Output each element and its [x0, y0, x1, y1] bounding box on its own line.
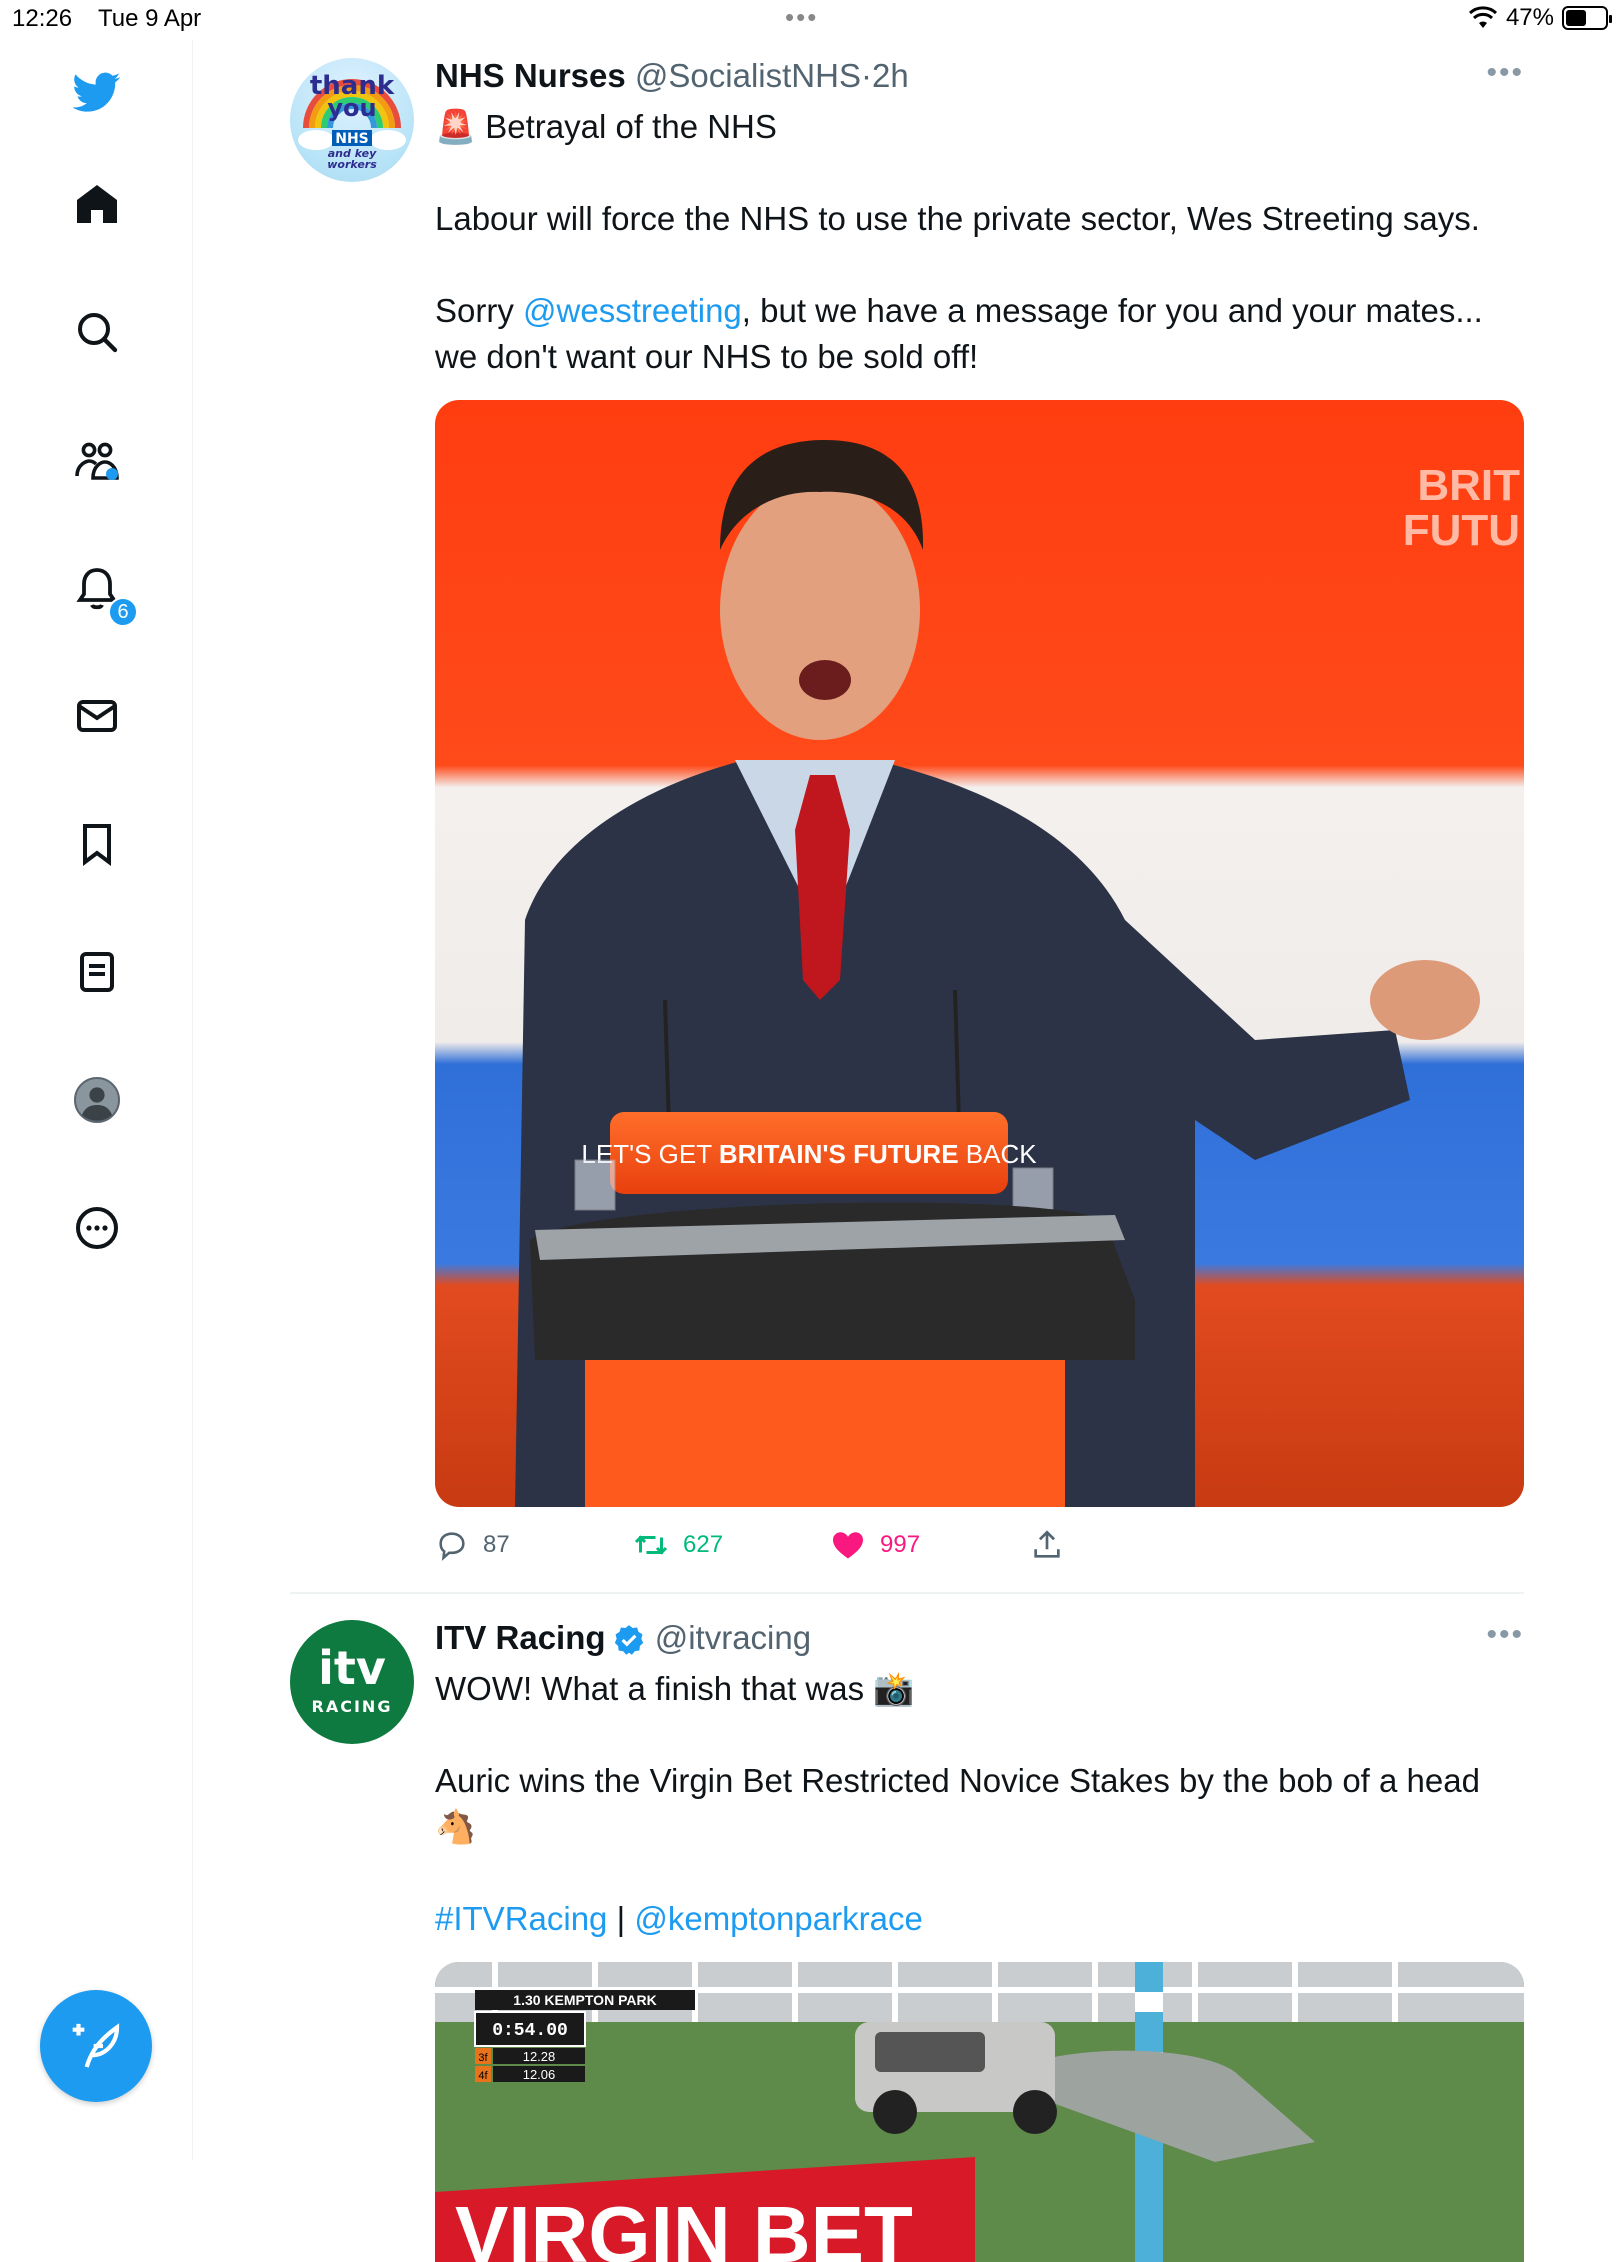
search-icon[interactable]	[65, 300, 129, 364]
tweet-header: NHS Nurses @SocialistNHS·2h	[435, 56, 1524, 96]
speaker-photo: BRIT FUTU LET'S GET BRITAIN'S FUTURE BAC	[435, 400, 1524, 1507]
like-button[interactable]: 997	[830, 1515, 920, 1575]
tweet-para-3: we don't want our NHS to be sold off!	[435, 338, 979, 375]
retweet-button[interactable]: 627	[633, 1515, 723, 1575]
display-name[interactable]: NHS Nurses	[435, 57, 626, 94]
tweet-links: #ITVRacing | @kemptonparkrace	[435, 1896, 1524, 1942]
avatar-text-nhs: NHS	[335, 131, 369, 147]
tweet-more-icon[interactable]: •••	[1486, 56, 1524, 90]
status-time: 12:26	[12, 5, 73, 32]
avatar-text-racing: RACING	[312, 1697, 393, 1716]
tweet-para-2: Sorry @wesstreeting, but we have a messa…	[435, 288, 1524, 334]
wifi-icon	[1468, 6, 1497, 28]
para-2-prefix: Sorry	[435, 292, 524, 329]
tweet-para-1: Labour will force the NHS to use the pri…	[435, 200, 1480, 237]
tweet-line-1-text: WOW! What a finish that was	[435, 1670, 865, 1707]
bookmarks-icon[interactable]	[65, 812, 129, 876]
lists-icon[interactable]	[65, 940, 129, 1004]
avatar-nhs-nurses[interactable]: thank you NHS and key workers	[290, 58, 414, 182]
separator: ·	[860, 57, 872, 94]
reply-button[interactable]: 87	[435, 1515, 510, 1575]
tweet-text: 🚨 Betrayal of the NHS Labour will force …	[435, 104, 1524, 380]
rainbow-logo-icon: thank you NHS and key workers	[298, 71, 406, 171]
compose-feather-icon	[72, 2023, 120, 2068]
virgin-bet-banner: VIRGIN BET	[455, 2190, 913, 2262]
tweet-header: ITV Racing @itvracing	[435, 1618, 1524, 1658]
backdrop-text-2: FUTU	[1403, 506, 1520, 555]
tweet-media-video[interactable]: VIRGIN BET 1.30 KEMPTON PARK 0:54.00 3f …	[435, 1962, 1524, 2262]
race-video-frame: VIRGIN BET 1.30 KEMPTON PARK 0:54.00 3f …	[435, 1962, 1524, 2262]
mention-link-wesstreeting[interactable]: @wesstreeting	[523, 292, 742, 329]
tweet-more-icon[interactable]: •••	[1486, 1618, 1524, 1652]
tweet-text: WOW! What a finish that was 📸 Auric wins…	[435, 1666, 1524, 1942]
tweet-content: ITV Racing @itvracing ••• WOW! What a fi…	[435, 1618, 1524, 2262]
para-2-suffix: , but we have a message for you and your…	[741, 292, 1483, 329]
profile-avatar-icon[interactable]	[65, 1068, 129, 1132]
communities-unread-dot	[106, 468, 118, 480]
camera-flash-emoji: 📸	[873, 1670, 915, 1707]
status-bar: 12:26 Tue 9 Apr ••• 47%	[0, 0, 1620, 40]
split-1-value: 12.28	[523, 2049, 556, 2064]
compose-tweet-button[interactable]	[40, 1990, 152, 2102]
timestamp[interactable]: 2h	[872, 57, 909, 94]
hashtag-itvracing[interactable]: #ITVRacing	[435, 1900, 607, 1937]
handle[interactable]: @itvracing	[655, 1619, 811, 1656]
battery-percent: 47%	[1505, 4, 1554, 31]
notification-count-badge: 6	[108, 597, 138, 627]
itv-racing-logo-icon: itv RACING	[312, 1641, 393, 1716]
heart-filled-icon	[833, 1532, 863, 1559]
messages-envelope-icon[interactable]	[65, 684, 129, 748]
retweet-count: 627	[683, 1531, 724, 1558]
reply-icon	[439, 1532, 465, 1561]
pipe-separator: |	[607, 1900, 635, 1937]
tweet-itv-racing[interactable]: itv RACING ITV Racing @itvracing ••• WOW…	[290, 1618, 1524, 2262]
split-1-label: 3f	[478, 2052, 488, 2064]
avatar-text-itv: itv	[318, 1641, 386, 1695]
mention-link-kemptonparkrace[interactable]: @kemptonparkrace	[634, 1900, 922, 1937]
tweet-nhs-nurses[interactable]: thank you NHS and key workers NHS Nurses…	[290, 56, 1524, 1586]
handle[interactable]: @SocialistNHS	[635, 57, 861, 94]
verified-badge-icon	[614, 1625, 643, 1656]
siren-emoji: 🚨	[435, 108, 477, 145]
more-options-icon[interactable]	[65, 1196, 129, 1260]
home-icon[interactable]	[65, 172, 129, 236]
twitter-logo-icon[interactable]	[65, 60, 129, 124]
retweet-icon	[634, 1535, 668, 1555]
race-timer: 0:54.00	[492, 2021, 568, 2041]
race-title: 1.30 KEMPTON PARK	[513, 1992, 656, 2008]
tweet-line-1-text: Betrayal of the NHS	[485, 108, 777, 145]
tweet-divider	[290, 1592, 1524, 1594]
tweet-actions: 87 627 997	[435, 1515, 1524, 1575]
multitasking-dots-icon[interactable]: •••	[785, 2, 818, 33]
tweet-para-1: Auric wins the Virgin Bet Restricted Nov…	[435, 1758, 1524, 1850]
tweet-line-1: 🚨 Betrayal of the NHS	[435, 104, 1524, 150]
avatar-itv-racing[interactable]: itv RACING	[290, 1620, 414, 1744]
tweet-para-1-text: Auric wins the Virgin Bet Restricted Nov…	[435, 1762, 1480, 1799]
tweet-media-image[interactable]: BRIT FUTU LET'S GET BRITAIN'S FUTURE BAC	[435, 400, 1524, 1507]
tweet-content: NHS Nurses @SocialistNHS·2h ••• 🚨 Betray…	[435, 56, 1524, 1575]
share-icon	[1034, 1530, 1060, 1558]
avatar-text-you: you	[327, 94, 376, 122]
status-date: Tue 9 Apr	[98, 5, 202, 32]
display-name[interactable]: ITV Racing	[435, 1619, 606, 1656]
communities-icon[interactable]	[65, 428, 129, 492]
like-count: 997	[880, 1531, 921, 1558]
backdrop-text-1: BRIT	[1417, 461, 1520, 510]
share-button[interactable]	[1030, 1515, 1064, 1575]
status-indicators: 47%	[1468, 4, 1612, 32]
split-2-value: 12.06	[523, 2067, 556, 2082]
split-2-label: 4f	[478, 2070, 488, 2082]
sidebar: 6	[0, 40, 193, 2160]
battery-icon	[1562, 6, 1612, 30]
horse-emoji: 🐴	[435, 1808, 477, 1845]
avatar-text-workers: workers	[327, 158, 377, 171]
podium-slogan: LET'S GET BRITAIN'S FUTURE BACK	[581, 1139, 1037, 1169]
tweet-line-1: WOW! What a finish that was 📸	[435, 1666, 1524, 1712]
reply-count: 87	[483, 1531, 510, 1558]
